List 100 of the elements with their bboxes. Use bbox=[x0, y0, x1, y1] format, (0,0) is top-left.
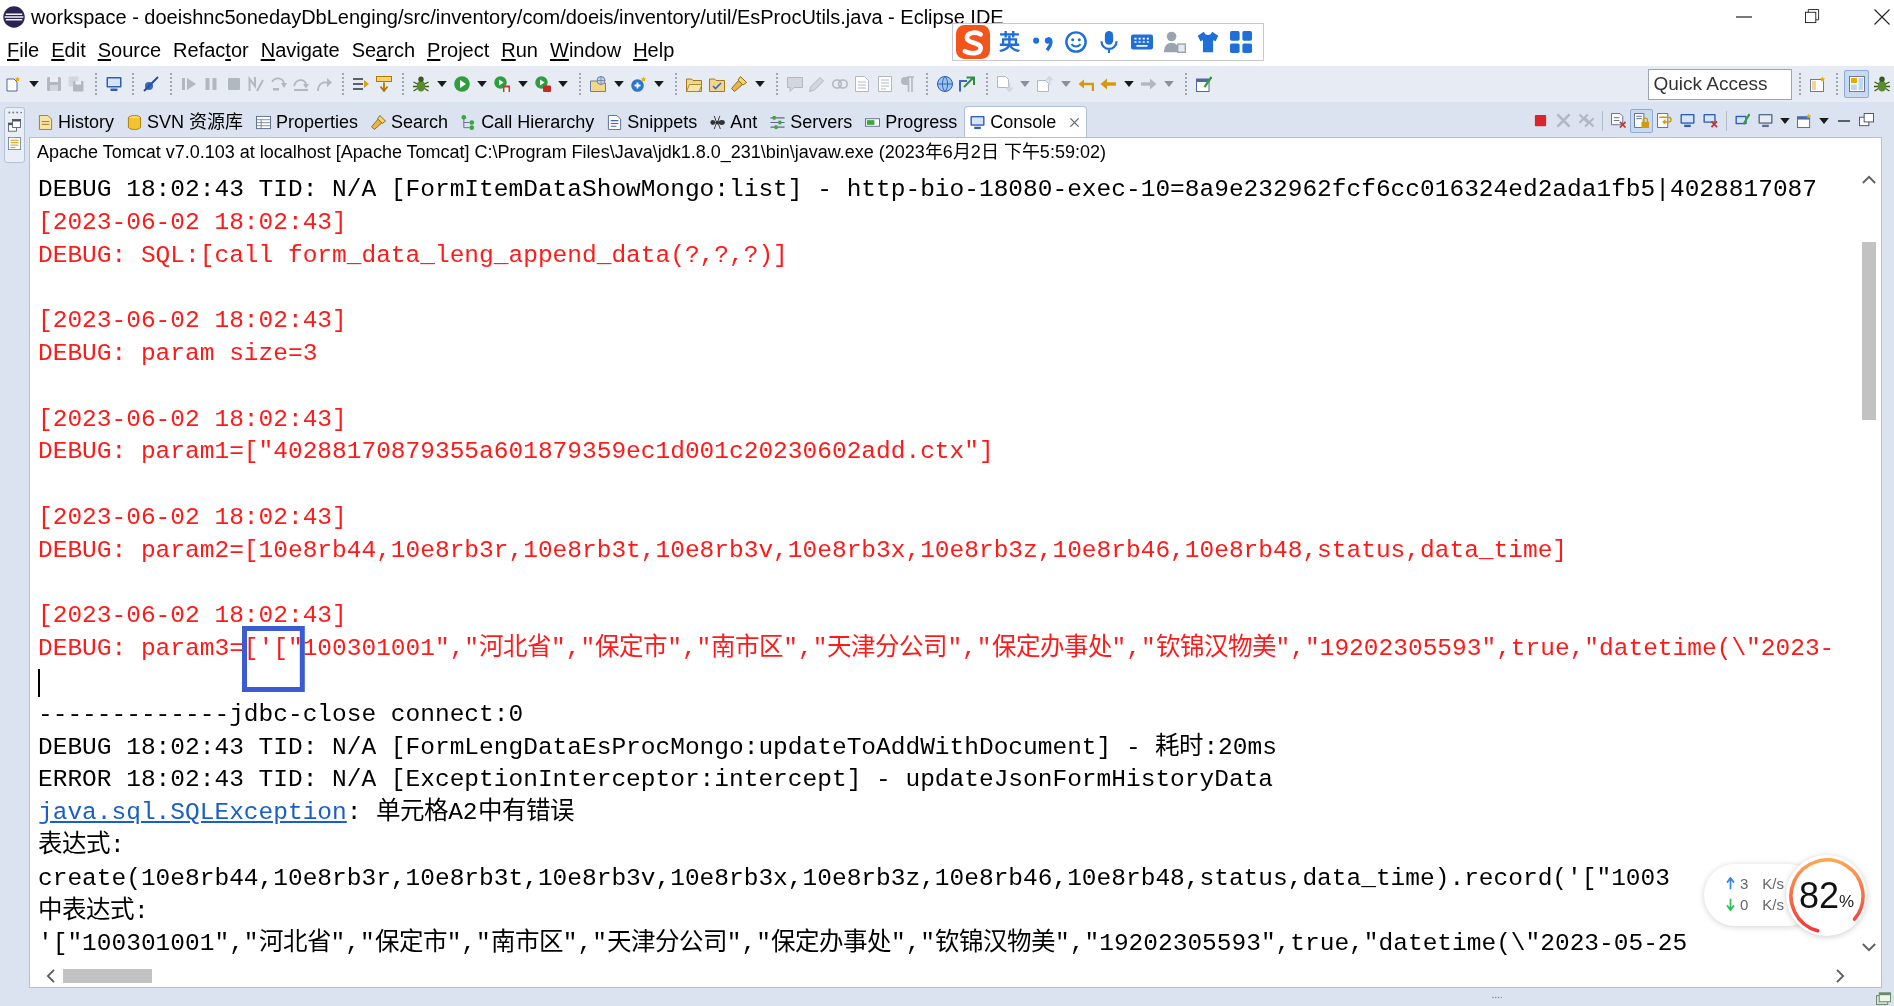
menu-item[interactable]: Source bbox=[91, 36, 168, 63]
caret-icon[interactable] bbox=[28, 81, 39, 87]
menu-item[interactable]: Search bbox=[345, 36, 422, 63]
view-tab[interactable]: Call Hierarchy bbox=[455, 106, 602, 137]
chevron-down-icon[interactable] bbox=[1862, 943, 1876, 952]
console-line: 表达式: bbox=[38, 831, 125, 859]
input-mode-toggle[interactable]: 英 bbox=[999, 30, 1020, 54]
bar-down-arrow-icon[interactable] bbox=[375, 76, 392, 92]
quick-access-field[interactable]: Quick Access bbox=[1647, 68, 1792, 100]
monitor-icon bbox=[970, 114, 986, 130]
menu-item[interactable]: Refactor bbox=[167, 36, 255, 63]
ant-icon bbox=[710, 114, 726, 130]
cylinder-icon bbox=[127, 114, 142, 130]
play-box-icon[interactable] bbox=[534, 76, 551, 92]
diagonal-arrow-icon[interactable] bbox=[959, 76, 976, 92]
grip-icon bbox=[1492, 995, 1502, 999]
menu-item[interactable]: Run bbox=[495, 36, 544, 63]
menu-item[interactable]: Project bbox=[421, 36, 496, 63]
sliders-icon bbox=[770, 114, 786, 130]
menu-item[interactable]: File bbox=[1, 36, 46, 63]
flashlight-icon bbox=[371, 114, 387, 130]
console-line: [2023-06-02 18:02:43] bbox=[38, 208, 347, 236]
chevron-left-icon[interactable] bbox=[46, 969, 55, 983]
caret-icon[interactable] bbox=[1819, 117, 1829, 124]
scroll-thumb[interactable] bbox=[63, 969, 152, 983]
panel-icon[interactable] bbox=[8, 137, 21, 150]
view-tab[interactable]: Console bbox=[964, 106, 1088, 137]
console-line: [2023-06-02 18:02:43] bbox=[38, 503, 347, 531]
smiley-icon[interactable] bbox=[1064, 31, 1087, 53]
speed-unit: K/s bbox=[1762, 895, 1785, 915]
caret-icon[interactable] bbox=[613, 81, 624, 87]
view-tab[interactable]: Progress bbox=[859, 106, 965, 137]
keyboard-icon[interactable] bbox=[1130, 31, 1153, 53]
restore-icon[interactable] bbox=[1804, 9, 1820, 24]
grid-icon[interactable] bbox=[1229, 31, 1252, 53]
stack-icon[interactable] bbox=[1876, 989, 1891, 1005]
console-line: DEBUG: param1=["40288170879355a601879359ec1d001c20230602add.ctx"] bbox=[38, 438, 994, 466]
play-circle-icon[interactable] bbox=[453, 76, 470, 92]
caret-icon[interactable] bbox=[654, 81, 664, 87]
slashed-dot-icon[interactable] bbox=[143, 76, 160, 92]
document-lines-icon bbox=[607, 114, 623, 130]
close-icon[interactable] bbox=[1874, 8, 1890, 25]
text-cursor bbox=[38, 668, 40, 697]
console-line: DEBUG 18:02:43 TID: N/A [FormLengDataEsProcMongo:updateToAddWithDocument] - 耗时:20ms bbox=[38, 733, 1277, 761]
toolbar-button[interactable] bbox=[1630, 108, 1653, 133]
folder-icon[interactable] bbox=[686, 76, 703, 92]
view-stack-panel[interactable] bbox=[4, 107, 25, 163]
caret-icon[interactable] bbox=[558, 81, 568, 87]
view-tab[interactable]: SVN 资源库 bbox=[121, 106, 251, 137]
perspective-button[interactable] bbox=[1844, 70, 1869, 98]
caret-icon[interactable] bbox=[517, 81, 528, 87]
minimize-icon[interactable] bbox=[1736, 15, 1752, 18]
globe-icon[interactable] bbox=[936, 76, 953, 92]
plus-circle-icon[interactable] bbox=[630, 76, 647, 92]
document-icon[interactable] bbox=[5, 76, 22, 92]
monitor-icon[interactable] bbox=[105, 76, 122, 92]
console-line: '["100301001","河北省","保定市","南市区","天津分公司","保定办事处","钦锦汉物美","19202305593",true,"datetime(\"2023-05-25 bbox=[38, 930, 1688, 958]
caret-icon[interactable] bbox=[1780, 117, 1790, 124]
bug-icon[interactable] bbox=[413, 76, 430, 92]
menu-item[interactable]: Window bbox=[544, 36, 628, 63]
console-line: [2023-06-02 18:02:43] bbox=[38, 405, 347, 433]
folder-check-icon[interactable] bbox=[708, 76, 725, 92]
restore-icon[interactable] bbox=[8, 119, 21, 132]
table-icon bbox=[256, 114, 272, 130]
console-line: ERROR 18:02:43 TID: N/A [ExceptionInterceptor:intercept] - updateJsonFormHistoryData bbox=[38, 766, 1273, 794]
menu-item[interactable]: Help bbox=[627, 36, 681, 63]
menu-item[interactable]: Navigate bbox=[254, 36, 346, 63]
view-tab[interactable]: Snippets bbox=[601, 106, 705, 137]
person-icon[interactable] bbox=[1163, 31, 1186, 53]
bug-icon bbox=[1873, 76, 1890, 92]
console-line: create(10e8rb44,10e8rb3r,10e8rb3t,10e8rb3v,10e8rb3x,10e8rb3z,10e8rb46,10e8rb48,status,data_time).record('["1003 bbox=[38, 864, 1670, 892]
console-line: [2023-06-02 18:02:43] bbox=[38, 307, 347, 335]
shirt-icon[interactable] bbox=[1196, 31, 1219, 53]
caret-icon[interactable] bbox=[1123, 81, 1134, 87]
view-tab[interactable]: Properties bbox=[250, 106, 366, 137]
window-panels-icon bbox=[1848, 76, 1865, 92]
view-tab[interactable]: Search bbox=[365, 106, 456, 137]
flashlight-icon[interactable] bbox=[731, 76, 748, 92]
caret-icon[interactable] bbox=[477, 81, 487, 87]
window-pen-icon[interactable] bbox=[1196, 76, 1213, 92]
grip-icon bbox=[7, 111, 22, 114]
gauge-unit: % bbox=[1838, 891, 1855, 912]
console-line: DEBUG 18:02:43 TID: N/A [FormItemDataShowMongo:list] - http-bio-18080-exec-10=8a9e232962fcf6cc016324ed2ada1fb5|4028817087 bbox=[38, 176, 1817, 203]
gauge-value: 82 bbox=[1798, 875, 1839, 916]
chevron-right-icon[interactable] bbox=[1836, 969, 1845, 983]
play-chart-icon[interactable] bbox=[494, 76, 511, 92]
view-tab[interactable]: Servers bbox=[764, 106, 860, 137]
speed-unit: K/s bbox=[1762, 874, 1785, 894]
caret-icon[interactable] bbox=[754, 81, 765, 87]
globe-folder-icon[interactable] bbox=[590, 76, 607, 92]
scroll-thumb[interactable] bbox=[1862, 242, 1876, 420]
arrow-up-icon bbox=[1726, 877, 1735, 890]
menu-item[interactable]: Edit bbox=[45, 36, 92, 63]
microphone-icon[interactable] bbox=[1097, 31, 1120, 53]
chevron-up-icon[interactable] bbox=[1862, 175, 1876, 184]
caret-icon[interactable] bbox=[436, 81, 447, 87]
exception-link[interactable]: java.sql.SQLException bbox=[38, 799, 347, 827]
lines-arrow-icon[interactable] bbox=[353, 76, 370, 92]
view-tab[interactable]: History bbox=[32, 106, 121, 137]
view-tab[interactable]: Ant bbox=[704, 106, 765, 137]
